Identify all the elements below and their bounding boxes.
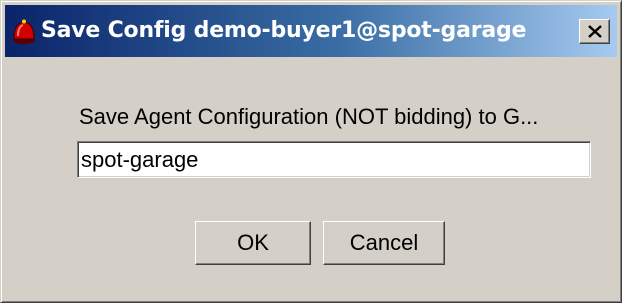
window-title: Save Config demo-buyer1@spot-garage [41,18,527,43]
title-bar[interactable]: Save Config demo-buyer1@spot-garage [5,5,617,57]
close-icon [587,25,602,38]
prompt-label: Save Agent Configuration (NOT bidding) t… [79,104,539,129]
close-button[interactable] [579,19,610,44]
config-name-input[interactable] [77,141,591,178]
cancel-button[interactable]: Cancel [323,221,445,265]
save-config-dialog: Save Config demo-buyer1@spot-garage Save… [0,0,622,303]
red-bell-icon [13,19,35,44]
ok-button[interactable]: OK [195,221,311,265]
